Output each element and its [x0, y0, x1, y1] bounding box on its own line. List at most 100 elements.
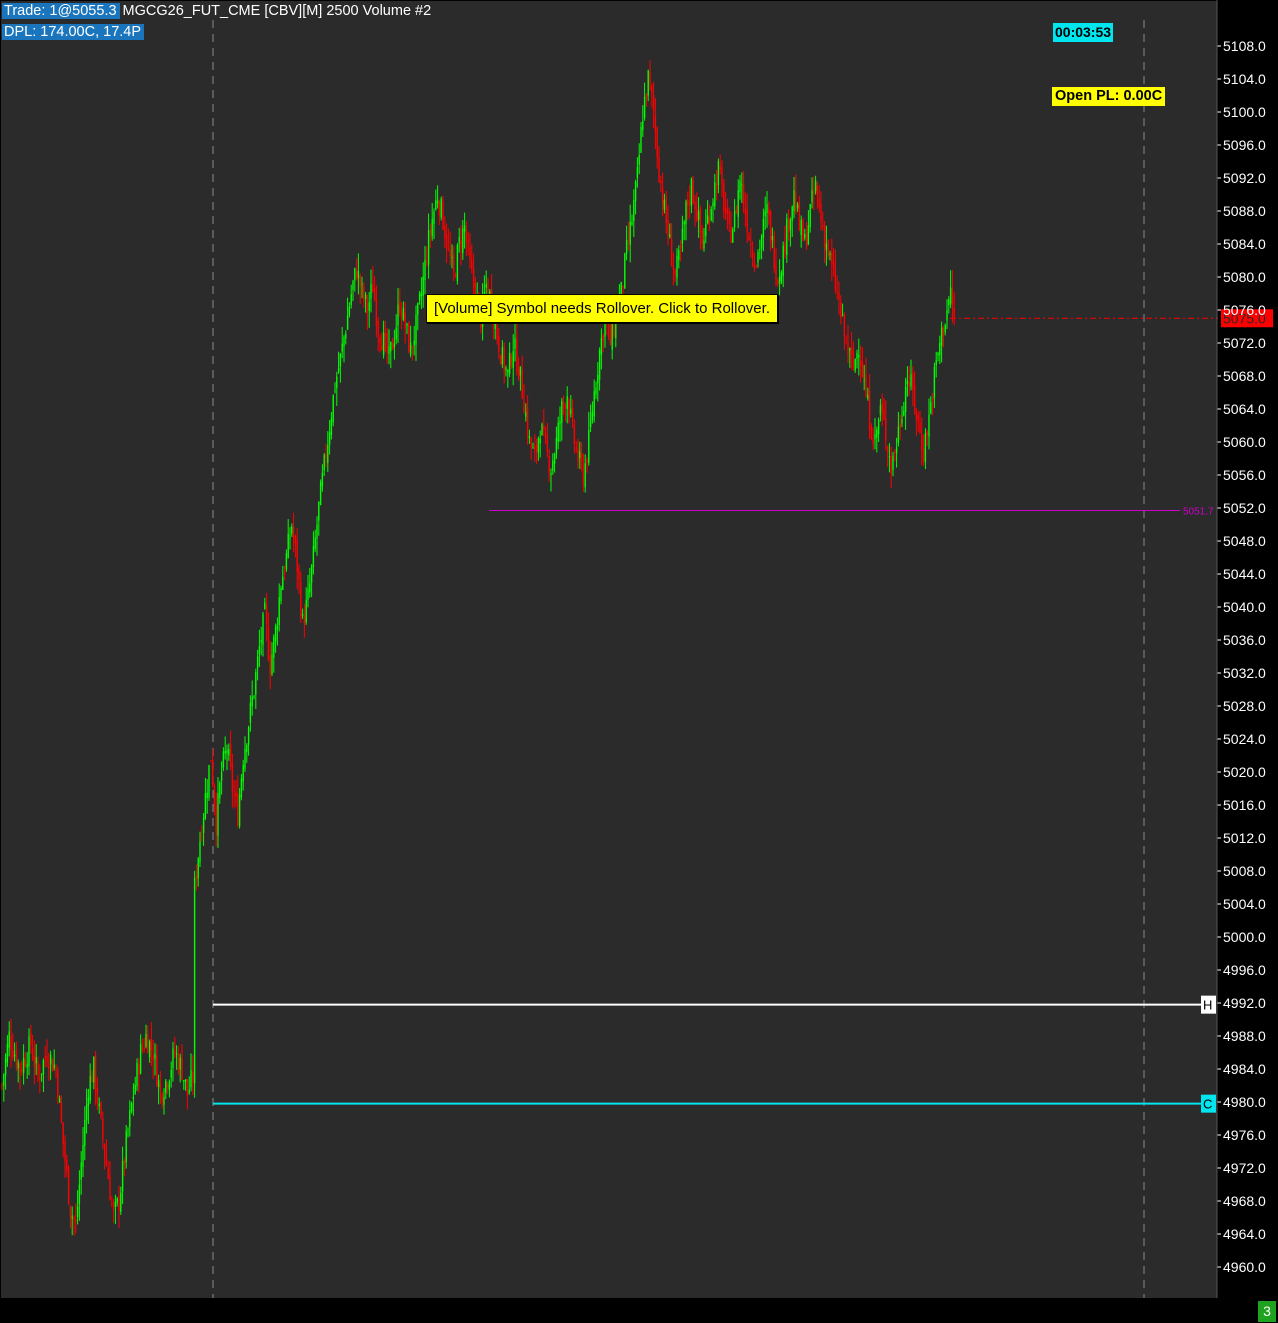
candle-up: [676, 255, 678, 278]
candle-up: [130, 1103, 133, 1112]
candle-up: [6, 1044, 9, 1063]
candle-up: [316, 524, 318, 539]
candle-down: [111, 1202, 113, 1204]
candle-down: [847, 342, 849, 356]
candle-up: [53, 1064, 55, 1068]
candle-down: [460, 240, 462, 249]
price-tick-label: 5052.0: [1223, 500, 1266, 516]
candle-up: [208, 765, 210, 798]
candle-up: [240, 778, 243, 798]
candle-down: [660, 180, 662, 184]
candle-down: [651, 85, 653, 94]
candle-down: [850, 347, 853, 355]
candle-down: [861, 361, 864, 377]
price-tick-label: 5100.0: [1223, 104, 1266, 120]
price-tick-label: 4968.0: [1223, 1193, 1266, 1209]
candle-down: [894, 451, 896, 453]
candle-up: [825, 243, 828, 251]
candle-up: [134, 1084, 136, 1094]
candle-down: [908, 382, 910, 387]
candle-down: [654, 114, 657, 132]
candle-down: [55, 1069, 57, 1071]
candle-up: [343, 336, 345, 347]
candle-up: [598, 350, 601, 380]
candle-up: [242, 764, 244, 782]
candle-down: [503, 347, 505, 372]
price-tick-label: 4980.0: [1223, 1094, 1266, 1110]
candle-up: [703, 240, 705, 249]
candle-down: [471, 260, 473, 270]
candle-up: [307, 589, 309, 600]
candle-down: [667, 219, 669, 237]
candle-up: [771, 236, 774, 240]
open-pl-badge: Open PL: 0.00C: [1052, 87, 1166, 106]
candle-down: [777, 279, 779, 284]
candle-down: [843, 313, 846, 337]
candle-down: [138, 1064, 140, 1075]
candle-up: [435, 200, 437, 210]
candle-up: [633, 200, 635, 222]
candle-up: [643, 96, 646, 119]
candle-down: [51, 1059, 54, 1072]
candle-down: [399, 302, 401, 313]
candle-up: [202, 817, 205, 833]
price-tick-label: 4976.0: [1223, 1127, 1266, 1143]
price-tick-label: 5092.0: [1223, 170, 1266, 186]
candle-up: [764, 211, 766, 216]
candle-up: [714, 182, 716, 207]
candle-down: [517, 369, 520, 379]
candle-up: [183, 1079, 185, 1082]
candle-up: [732, 229, 734, 243]
candle-down: [951, 287, 954, 306]
candle-down: [123, 1160, 126, 1164]
candle-up: [760, 236, 763, 249]
candle-up: [255, 672, 257, 695]
candle-up: [579, 451, 581, 459]
candle-up: [888, 456, 891, 458]
candle-up: [80, 1162, 82, 1180]
candle-up: [350, 294, 352, 306]
candle-down: [665, 197, 667, 223]
candle-down: [658, 157, 660, 183]
candle-down: [912, 373, 914, 390]
candle-down: [827, 240, 829, 256]
candle-down: [107, 1167, 109, 1179]
candle-up: [264, 602, 266, 609]
candle-up: [570, 409, 572, 414]
candle-down: [472, 267, 475, 287]
candle-up: [903, 410, 905, 416]
candle-down: [744, 207, 747, 215]
candle-down: [805, 233, 808, 247]
price-chart: 5051.75075.0HC 5108.05104.05100.05096.05…: [1, 0, 1273, 1321]
candle-up: [697, 210, 700, 220]
candle-down: [48, 1065, 50, 1069]
candle-down: [438, 202, 441, 216]
candle-down: [62, 1122, 64, 1144]
candle-up: [944, 324, 946, 333]
trade-label: Trade: 1@5055.3: [2, 3, 120, 19]
candle-down: [823, 226, 826, 248]
candle-up: [193, 877, 196, 1084]
symbol-title[interactable]: MGCG26_FUT_CME [CBV][M] 2500 Volume #2: [120, 3, 432, 19]
candle-up: [741, 184, 743, 186]
candle-up: [924, 433, 927, 462]
candle-up: [897, 426, 900, 443]
candle-down: [730, 226, 732, 243]
trading-chart-window: 5051.7 5075.0 H C 5108.0 5104.0 5100.0 5096.0 5…: [0, 0, 1278, 1323]
candle-up: [328, 432, 331, 445]
rollover-button[interactable]: [Volume] Symbol needs Rollover. Click to…: [426, 294, 778, 323]
candle-down: [530, 437, 532, 448]
candle-down: [568, 399, 570, 416]
candle-up: [600, 337, 603, 355]
candle-up: [262, 613, 264, 645]
candle-up: [892, 455, 894, 471]
candle-down: [118, 1196, 120, 1211]
candle-down: [708, 217, 711, 225]
candle-up: [841, 314, 844, 316]
candle-down: [694, 201, 696, 210]
candle-up: [940, 327, 943, 346]
candle-up: [634, 181, 637, 202]
candle-down: [544, 434, 547, 439]
candle-down: [688, 201, 691, 204]
candle-down: [30, 1033, 32, 1046]
